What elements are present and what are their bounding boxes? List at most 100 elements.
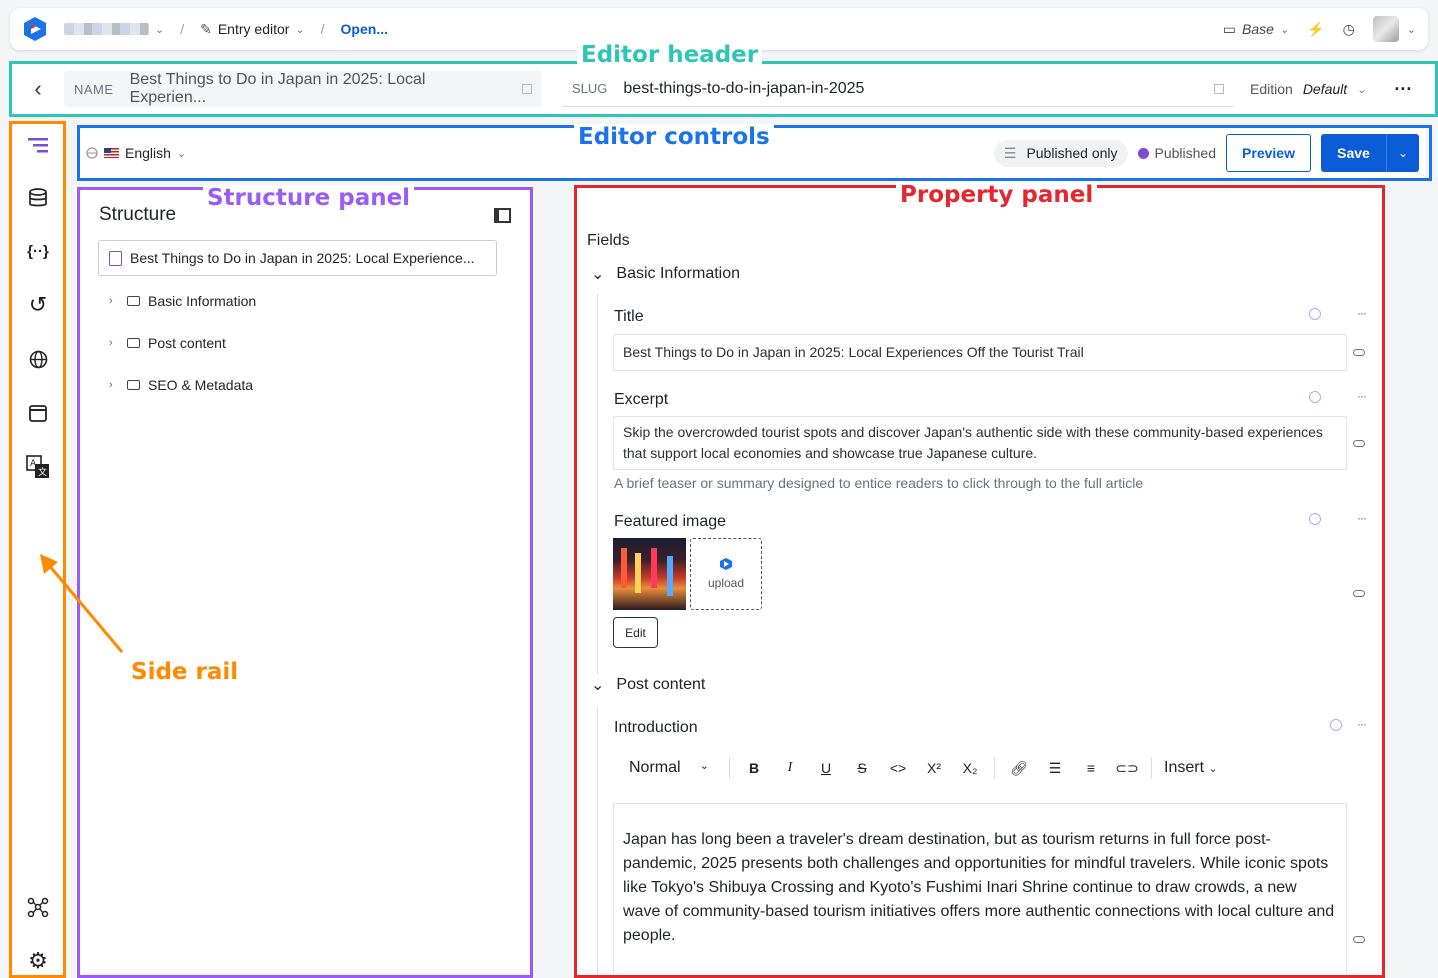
group-icon <box>127 380 140 390</box>
pencil-icon: ✎ <box>200 20 212 37</box>
subscript-icon[interactable]: X₂ <box>952 760 988 776</box>
link-icon[interactable] <box>1353 936 1365 943</box>
document-icon <box>109 250 122 266</box>
more-menu-icon[interactable]: ··· <box>1357 717 1367 731</box>
insert-menu[interactable]: Insert ⌄ <box>1158 759 1218 777</box>
slug-key: SLUG <box>572 81 608 96</box>
bold-icon[interactable]: B <box>736 760 772 776</box>
name-field[interactable]: NAME Best Things to Do in Japan in 2025:… <box>64 71 542 107</box>
format-select[interactable]: Normal ⌄ <box>613 759 723 777</box>
globe-icon[interactable] <box>1330 719 1342 731</box>
language-selector[interactable]: English ⌄ <box>86 145 186 161</box>
breadcrumb: ⌄ / ✎ Entry editor ⌄ / Open... <box>64 21 388 38</box>
section-post-content[interactable]: ⌄ Post content <box>591 675 705 695</box>
published-only-toggle[interactable]: ☰ Published only <box>993 139 1128 167</box>
chevron-down-icon[interactable]: ⌄ <box>1407 23 1416 36</box>
app-logo-icon <box>720 558 732 570</box>
chevron-down-icon[interactable]: ⌄ <box>155 23 164 36</box>
upload-button[interactable]: upload <box>690 538 762 610</box>
history-icon[interactable]: ◷ <box>1343 21 1355 38</box>
preview-button[interactable]: Preview <box>1226 134 1311 172</box>
chevron-down-icon[interactable]: ⌄ <box>295 23 304 36</box>
chevron-right-icon[interactable]: › <box>109 337 119 349</box>
history-icon[interactable]: ↺ <box>25 292 51 318</box>
database-icon: ☰ <box>1003 144 1017 161</box>
italic-icon[interactable]: I <box>772 760 808 776</box>
title-input[interactable]: Best Things to Do in Japan in 2025: Loca… <box>613 334 1347 371</box>
globe-icon[interactable] <box>25 346 51 372</box>
editor-header: ‹ NAME Best Things to Do in Japan in 202… <box>12 63 1435 115</box>
name-value: Best Things to Do in Japan in 2025: Loca… <box>129 71 426 106</box>
side-rail-annotation: Side rail <box>127 659 243 685</box>
code-icon[interactable]: <> <box>880 760 916 776</box>
more-menu-icon[interactable]: ··· <box>1357 511 1367 525</box>
status-badge: Published <box>1137 145 1216 161</box>
graph-nodes-icon[interactable] <box>25 894 51 920</box>
plug-icon[interactable]: ⚡ <box>1307 21 1324 38</box>
layout-icon[interactable] <box>25 400 51 426</box>
chevron-right-icon[interactable]: › <box>109 379 119 391</box>
edit-image-button[interactable]: Edit <box>613 617 658 648</box>
tree-item-seo-metadata[interactable]: › SEO & Metadata <box>109 377 253 393</box>
more-menu-icon[interactable]: ··· <box>1357 389 1367 403</box>
json-braces-icon[interactable]: {··} <box>25 238 51 264</box>
globe-icon[interactable] <box>1309 513 1321 525</box>
excerpt-label: Excerpt <box>614 391 669 408</box>
rich-text-toolbar: Normal ⌄ B I U S <> X² X₂ 🔗︎ ☰ ≡ ⊂⊃ Inser… <box>613 752 1347 784</box>
editor-header-annotation: Editor header <box>577 42 763 68</box>
database-icon[interactable] <box>25 185 51 211</box>
chevron-down-icon: ⌄ <box>591 266 605 283</box>
property-panel: Fields ⌄ Basic Information Title ··· Bes… <box>577 188 1381 975</box>
copy-icon[interactable] <box>522 84 532 94</box>
excerpt-textarea[interactable]: Skip the overcrowded tourist spots and d… <box>613 416 1347 470</box>
open-link[interactable]: Open... <box>341 21 388 37</box>
chevron-right-icon[interactable]: › <box>109 295 119 307</box>
structure-icon[interactable] <box>25 132 51 158</box>
save-button[interactable]: Save <box>1321 134 1387 172</box>
chevron-down-icon[interactable]: ⌄ <box>1387 134 1419 172</box>
workspace-name-blurred[interactable] <box>64 23 149 35</box>
panel-toggle-icon[interactable] <box>494 208 511 223</box>
slug-field[interactable]: SLUG best-things-to-do-in-japan-in-2025 <box>562 71 1234 107</box>
svg-text:A: A <box>30 459 37 469</box>
introduction-editor[interactable]: Japan has long been a traveler's dream d… <box>613 803 1347 975</box>
more-menu-icon[interactable]: ··· <box>1394 79 1412 100</box>
globe-icon[interactable] <box>1309 308 1321 320</box>
save-button-group: Save ⌄ <box>1321 134 1419 172</box>
svg-text:文: 文 <box>38 466 47 478</box>
excerpt-help: A brief teaser or summary designed to en… <box>614 475 1144 491</box>
featured-image-thumbnail[interactable] <box>613 538 686 610</box>
entry-editor-crumb[interactable]: Entry editor <box>218 21 290 37</box>
translate-icon[interactable]: A文 <box>25 454 51 480</box>
avatar[interactable] <box>1372 16 1399 42</box>
featured-image-label: Featured image <box>614 513 727 530</box>
structure-panel: Structure Best Things to Do in Japan in … <box>81 190 529 973</box>
section-basic-information[interactable]: ⌄ Basic Information <box>591 264 740 284</box>
underline-icon[interactable]: U <box>808 760 844 776</box>
base-selector[interactable]: ▭ Base ⌄ <box>1223 21 1289 38</box>
structure-root-item[interactable]: Best Things to Do in Japan in 2025: Loca… <box>98 240 497 276</box>
structure-title: Structure <box>99 204 177 225</box>
more-menu-icon[interactable]: ··· <box>1357 306 1367 320</box>
edition-selector[interactable]: Edition Default ⌄ <box>1250 81 1366 97</box>
strikethrough-icon[interactable]: S <box>844 760 880 776</box>
link-icon[interactable] <box>1353 440 1365 447</box>
property-panel-annotation: Property panel <box>896 182 1098 208</box>
copy-icon[interactable] <box>1214 83 1224 94</box>
gear-icon[interactable]: ⚙ <box>25 948 51 974</box>
link-icon[interactable]: 🔗︎ <box>1001 760 1037 777</box>
embed-icon[interactable]: ⊂⊃ <box>1109 760 1145 777</box>
back-arrow-icon[interactable]: ‹ <box>12 76 64 102</box>
numbered-list-icon[interactable]: ≡ <box>1073 760 1109 776</box>
globe-icon <box>86 147 98 159</box>
superscript-icon[interactable]: X² <box>916 760 952 776</box>
bullet-list-icon[interactable]: ☰ <box>1037 760 1073 777</box>
app-logo-icon[interactable] <box>22 16 48 42</box>
link-icon[interactable] <box>1353 349 1365 356</box>
tree-item-post-content[interactable]: › Post content <box>109 335 226 351</box>
chevron-down-icon: ⌄ <box>591 677 605 694</box>
structure-panel-annotation: Structure panel <box>203 185 415 211</box>
globe-icon[interactable] <box>1309 391 1321 403</box>
tree-item-basic-information[interactable]: › Basic Information <box>109 293 256 309</box>
link-icon[interactable] <box>1353 590 1365 597</box>
